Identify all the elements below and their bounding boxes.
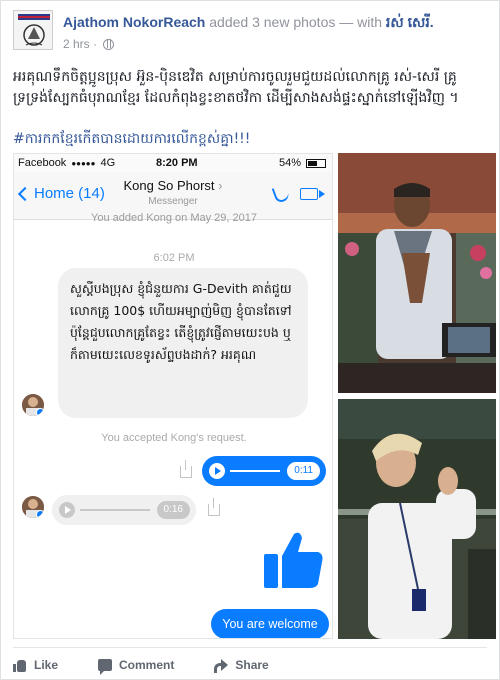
outgoing-voice-message[interactable]: 0:11 bbox=[202, 456, 326, 486]
outgoing-message-bubble: You are welcome bbox=[211, 609, 329, 638]
status-carrier: Facebook bbox=[18, 157, 67, 169]
facebook-post: Ajathom NokorReach added 3 new photos — … bbox=[0, 0, 500, 680]
post-action-text: added 3 new photos — with bbox=[205, 14, 386, 30]
system-message-added: You added Kong on May 29, 2017 bbox=[91, 212, 257, 224]
comment-label: Comment bbox=[119, 658, 175, 672]
globe-icon bbox=[103, 38, 115, 50]
audio-duration: 0:16 bbox=[156, 501, 190, 519]
status-battery-text: 54% bbox=[278, 157, 301, 169]
like-label: Like bbox=[34, 658, 59, 672]
share-icon[interactable] bbox=[180, 460, 192, 478]
author-name[interactable]: Ajathom NokorReach bbox=[63, 14, 205, 30]
sender-avatar bbox=[22, 394, 44, 416]
play-icon[interactable] bbox=[59, 502, 75, 518]
messenger-badge-icon bbox=[36, 408, 44, 416]
thumbs-up-sticker bbox=[260, 528, 326, 592]
system-message-accepted: You accepted Kong's request. bbox=[101, 432, 247, 444]
messenger-screenshot[interactable]: Facebook ●●●●● 4G 8:20 PM 54% Home (14) … bbox=[13, 153, 333, 639]
post-header: Ajathom NokorReach added 3 new photos — … bbox=[63, 13, 434, 34]
messenger-badge-icon bbox=[36, 510, 44, 518]
thumbs-up-icon bbox=[13, 659, 27, 672]
action-divider bbox=[13, 647, 487, 648]
audio-duration: 0:11 bbox=[287, 462, 320, 480]
incoming-voice-message[interactable]: 0:16 bbox=[52, 495, 196, 525]
photo-elderly-man[interactable] bbox=[338, 153, 496, 393]
play-icon[interactable] bbox=[209, 463, 225, 479]
photo-young-man[interactable] bbox=[338, 399, 496, 639]
share-label: Share bbox=[235, 658, 269, 672]
post-caption: អរគុណទឹកចិត្តប្អូនប្រុស អ៊ួន-ប៉ិនឌេវិត ស… bbox=[13, 69, 459, 106]
sender-avatar bbox=[22, 496, 44, 518]
audio-progress-track bbox=[230, 470, 280, 472]
post-time[interactable]: 2 hrs · bbox=[63, 37, 97, 51]
share-arrow-icon bbox=[214, 659, 229, 673]
incoming-message-bubble: សួស្តីបងប្រុស ខ្ញុំជំនួយការ G-Devith គាត… bbox=[58, 268, 308, 418]
status-network: 4G bbox=[100, 157, 116, 169]
comment-button[interactable]: Comment bbox=[98, 655, 174, 675]
status-signal: ●●●●● bbox=[71, 158, 96, 168]
message-timestamp: 6:02 PM bbox=[153, 252, 195, 264]
video-call-icon[interactable] bbox=[300, 188, 325, 200]
phone-status-bar: Facebook ●●●●● 4G 8:20 PM 54% bbox=[14, 154, 332, 172]
battery-icon bbox=[306, 158, 326, 168]
comment-icon bbox=[98, 659, 113, 675]
share-button[interactable]: Share bbox=[214, 655, 269, 675]
tagged-person[interactable]: រស់ សេរី. bbox=[386, 14, 434, 30]
audio-progress-track bbox=[80, 509, 150, 511]
share-icon[interactable] bbox=[208, 498, 220, 516]
contact-name: Kong So Phorst bbox=[123, 178, 215, 193]
page-avatar[interactable] bbox=[13, 10, 53, 50]
post-hashtag[interactable]: #ការកកខ្មែរកើតបានដោយការលើកខ្ពស់គ្នា!!! bbox=[13, 129, 250, 150]
like-button[interactable]: Like bbox=[13, 655, 58, 675]
post-meta: 2 hrs · bbox=[63, 37, 115, 51]
post-actions: Like Comment Share bbox=[13, 655, 269, 675]
status-time: 8:20 PM bbox=[156, 157, 198, 169]
